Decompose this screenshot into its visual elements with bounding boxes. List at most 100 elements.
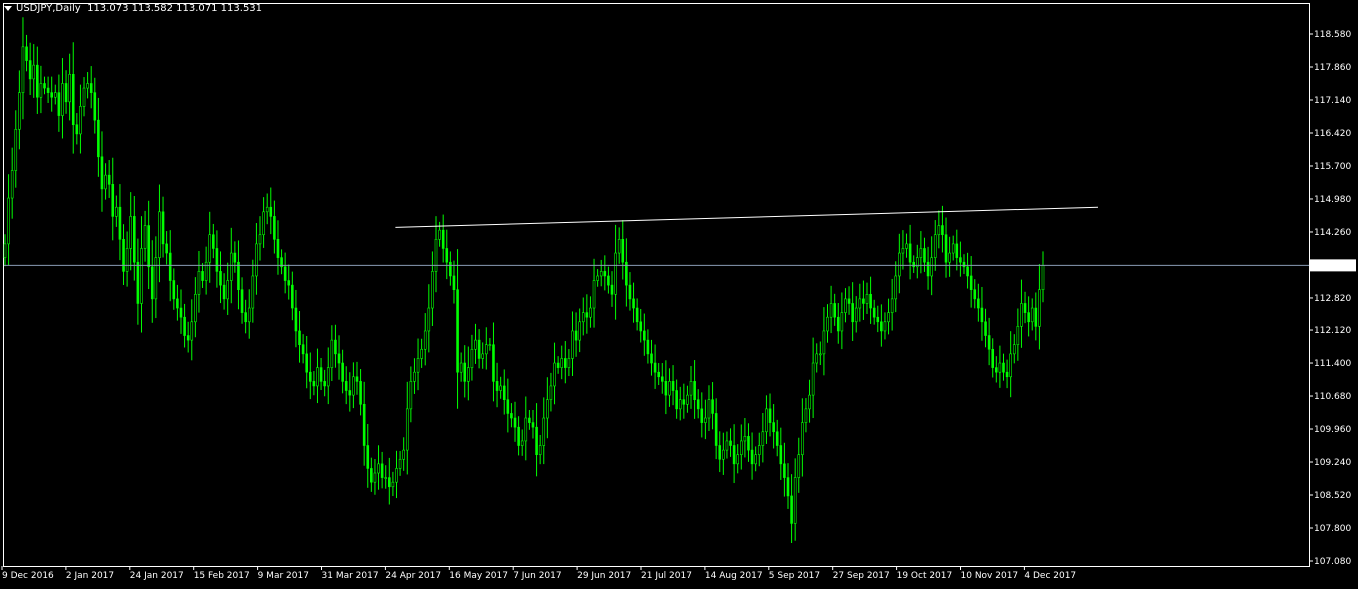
candle-body: [402, 449, 405, 460]
x-tick-label: 2 Jan 2017: [66, 571, 114, 581]
candle-body: [819, 353, 822, 356]
candle-body: [930, 257, 933, 277]
candle-body: [1012, 344, 1016, 355]
candle-body: [291, 284, 294, 309]
candle-body: [388, 477, 391, 488]
candle-body: [528, 417, 531, 423]
candle-body: [97, 119, 100, 158]
candle-body: [115, 206, 118, 217]
candle-body: [542, 417, 546, 446]
price-axis: 118.580 117.860 117.140 116.420 115.700 114.9…: [1309, 30, 1356, 567]
candle-body: [933, 234, 937, 258]
candle-body: [1005, 371, 1009, 378]
candle-body: [7, 197, 10, 245]
candle-body: [344, 381, 348, 391]
candle-body: [596, 275, 599, 281]
candle-body: [276, 239, 280, 258]
candle-body: [129, 216, 133, 249]
candle-body: [258, 234, 262, 245]
candle-body: [858, 298, 862, 309]
candle-body: [484, 344, 488, 355]
candle-body: [854, 307, 858, 323]
candle-body: [502, 385, 506, 400]
y-tick-label: 114.260: [1314, 228, 1351, 238]
candle-body: [535, 426, 538, 455]
candle-body: [459, 362, 463, 373]
candle-body: [826, 316, 829, 332]
candle-body: [765, 408, 768, 433]
current-price-label: 113.531: [1314, 261, 1351, 271]
candle-body: [61, 83, 64, 116]
candle-body: [696, 399, 700, 410]
candle-body: [226, 280, 229, 300]
candle-body: [725, 440, 729, 451]
candle-body: [79, 106, 82, 135]
candle-body: [790, 495, 793, 524]
candle-body: [966, 266, 969, 277]
candle-body: [301, 344, 305, 355]
candle-body: [553, 362, 556, 387]
candle-body: [53, 92, 57, 98]
candle-body: [980, 307, 984, 323]
candle-body: [405, 408, 409, 451]
candle-body: [872, 307, 876, 318]
candle-body: [359, 381, 362, 405]
candle-body: [714, 413, 718, 446]
candle-body: [779, 445, 783, 465]
dropdown-triangle-icon[interactable]: [4, 5, 12, 11]
candle-body: [783, 463, 786, 478]
candle-body: [941, 225, 944, 236]
candle-body: [183, 316, 186, 336]
candle-body: [700, 408, 704, 423]
candle-body: [621, 239, 625, 263]
x-tick-label: 29 Jun 2017: [577, 571, 631, 581]
candle-body: [973, 289, 977, 300]
candle-body: [377, 463, 380, 474]
candle-body: [21, 46, 25, 93]
candle-body: [470, 348, 474, 368]
candle-body: [1023, 303, 1027, 313]
candle-body: [352, 376, 355, 396]
candle-body: [567, 358, 571, 368]
candle-body: [165, 243, 168, 254]
candle-body: [161, 211, 165, 245]
candle-body: [492, 344, 495, 382]
candle-body: [71, 74, 75, 126]
candle-body: [520, 440, 524, 446]
candle-body: [190, 321, 194, 341]
chart-window[interactable]: 118.580 117.860 117.140 116.420 115.700 114.9…: [0, 0, 1358, 585]
price-chart[interactable]: 118.580 117.860 117.140 116.420 115.700 114.9…: [0, 0, 1358, 585]
candle-body: [801, 422, 804, 455]
candle-body: [1034, 307, 1038, 327]
x-tick-label: 9 Dec 2016: [2, 571, 54, 581]
candle-body: [883, 321, 887, 332]
x-tick-label: 24 Jan 2017: [130, 571, 184, 581]
candle-body: [147, 225, 150, 268]
candle-body: [560, 358, 564, 368]
candle-body: [711, 399, 714, 414]
candle-body: [467, 367, 470, 382]
candle-body: [578, 321, 581, 341]
candle-body: [287, 280, 291, 286]
candle-body: [308, 371, 312, 382]
candle-body: [754, 454, 757, 465]
candle-body: [668, 381, 671, 396]
candle-body: [862, 298, 865, 304]
candle-body: [423, 330, 427, 350]
x-tick-label: 16 May 2017: [449, 571, 508, 581]
x-tick-label: 24 Apr 2017: [385, 571, 441, 581]
candle-body: [772, 422, 775, 433]
candle-body: [804, 408, 808, 423]
y-tick-label: 112.820: [1314, 294, 1351, 304]
symbol-header[interactable]: USDJPY,Daily 113.073 113.582 113.071 113…: [4, 3, 262, 14]
candle-body: [215, 248, 219, 272]
candle-body: [865, 293, 869, 304]
candle-body: [86, 83, 89, 89]
candle-body: [122, 239, 125, 272]
candle-body: [150, 266, 154, 300]
candle-body: [890, 298, 894, 313]
candle-body: [876, 316, 880, 323]
x-tick-label: 5 Sep 2017: [769, 571, 820, 581]
candle-body: [186, 335, 190, 341]
candle-body: [610, 284, 614, 295]
